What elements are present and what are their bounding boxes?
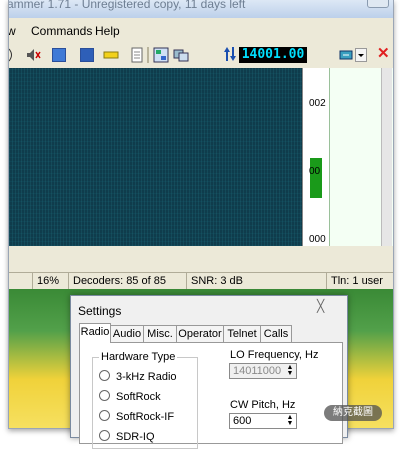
cw-pitch-label: CW Pitch, Hz — [230, 399, 296, 411]
scale-label: 000 — [309, 234, 326, 245]
scale-label: 00 — [309, 166, 321, 177]
spinner-arrows-icon[interactable]: ▲ ▼ — [285, 414, 295, 427]
spinner-arrows-icon[interactable]: ▲ ▼ — [285, 364, 295, 377]
cw-pitch-spinner[interactable]: 600 ▲ ▼ — [229, 413, 297, 429]
waterfall-display[interactable] — [9, 68, 302, 246]
chevron-down-icon — [358, 54, 364, 57]
lo-frequency-value: 14011000 — [233, 365, 282, 377]
frequency-display[interactable]: 14001.00 — [239, 47, 307, 63]
save-icon[interactable] — [79, 47, 95, 63]
close-x-icon[interactable]: ✕ — [377, 46, 391, 61]
scale-label: 002 — [309, 98, 326, 109]
radio-circle-icon — [99, 410, 110, 421]
spots-panel[interactable] — [329, 68, 393, 246]
lo-frequency-label: LO Frequency, Hz — [230, 349, 319, 361]
minimize-button[interactable] — [367, 0, 389, 8]
windows-icon[interactable] — [173, 47, 189, 63]
radio-label: SDR-IQ — [116, 431, 155, 443]
title-bar[interactable]: ammer 1.71 - Unregistered copy, 11 days … — [9, 0, 393, 18]
menu-item-commands[interactable]: Commands — [31, 22, 92, 40]
document-icon[interactable] — [129, 47, 145, 63]
tab-misc[interactable]: Misc. — [143, 325, 177, 342]
radio-label: 3-kHz Radio — [116, 371, 177, 383]
radio-softrock[interactable]: SoftRock — [99, 390, 161, 404]
window-title: ammer 1.71 - Unregistered copy, 11 days … — [9, 0, 246, 11]
tab-telnet[interactable]: Telnet — [223, 325, 261, 342]
decoders-status: Decoders: 85 of 85 — [69, 273, 187, 289]
speaker-mute-icon[interactable] — [25, 47, 41, 63]
tab-audio[interactable]: Audio — [110, 325, 144, 342]
tab-radio[interactable]: Radio — [79, 323, 111, 343]
lo-frequency-spinner[interactable]: 14011000 ▲ ▼ — [229, 363, 297, 379]
menu-item-help[interactable]: Help — [95, 22, 120, 40]
snr-status: SNR: 3 dB — [187, 273, 327, 289]
telnet-users-status: Tln: 1 user — [331, 275, 383, 287]
menu-bar: w Commands Help — [9, 22, 393, 40]
radio-label: SoftRock-IF — [116, 411, 175, 423]
ruler-icon[interactable] — [103, 47, 119, 63]
cpu-load: 16% — [33, 273, 69, 289]
telnet-dropdown[interactable] — [355, 48, 367, 62]
settings-title: Settings — [78, 304, 122, 318]
right-toolbar: ✕ — [339, 46, 393, 66]
spots-scrollbar[interactable] — [381, 68, 392, 246]
toolbar-separator — [147, 47, 149, 63]
layout-icon[interactable] — [153, 47, 169, 63]
settings-close-button[interactable]: ╳ — [317, 299, 327, 313]
radio-circle-icon — [99, 390, 110, 401]
hardware-type-label: Hardware Type — [99, 351, 178, 363]
frequency-scale: 002 00 000 — [302, 68, 330, 246]
radio-sdr-iq[interactable]: SDR-IQ — [99, 430, 155, 444]
screenshot-overlay-button[interactable]: 納克截圖 — [324, 405, 382, 421]
radio-softrock-if[interactable]: SoftRock-IF — [99, 410, 174, 424]
settings-dialog: Settings ╳ Radio Audio Misc. Operator Te… — [70, 295, 348, 449]
radio-3khz[interactable]: 3-kHz Radio — [99, 370, 177, 384]
tab-calls[interactable]: Calls — [260, 325, 292, 342]
cw-pitch-value: 600 — [233, 415, 252, 427]
radio-label: SoftRock — [116, 391, 161, 403]
telnet-connect-icon[interactable] — [339, 48, 353, 62]
status-cell-blank — [9, 273, 33, 289]
radio-circle-icon — [99, 370, 110, 381]
tuning-marker[interactable] — [310, 158, 322, 198]
menu-item-view[interactable]: w — [9, 22, 16, 40]
frequency-arrows-icon[interactable] — [223, 46, 237, 62]
radio-tab-panel: Hardware Type 3-kHz Radio SoftRock SoftR… — [79, 342, 343, 449]
tab-operator[interactable]: Operator — [176, 325, 224, 342]
toolbar-edge-icon[interactable] — [9, 47, 19, 63]
monitor-icon[interactable] — [51, 47, 67, 63]
hardware-type-group: Hardware Type 3-kHz Radio SoftRock SoftR… — [92, 351, 198, 449]
status-bar: 16% Decoders: 85 of 85 SNR: 3 dB Tln: 1 … — [9, 272, 393, 289]
